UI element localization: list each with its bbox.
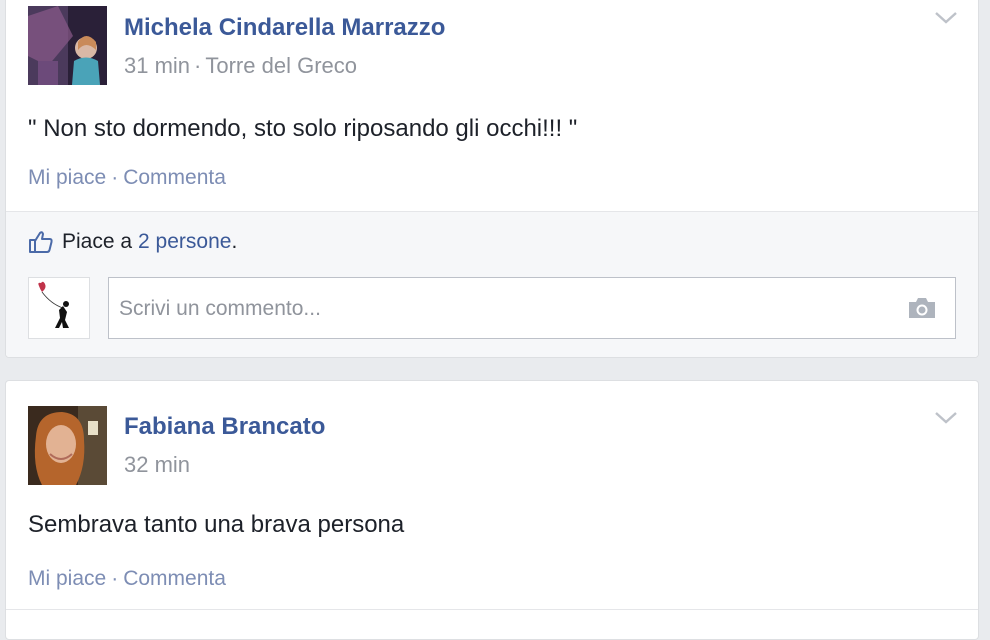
like-link[interactable]: Mi piace xyxy=(28,166,106,189)
likes-comments-section: Piace a2 persone. xyxy=(6,211,978,357)
post-card: Fabiana Brancato 32 min Sembrava tanto u… xyxy=(5,380,979,640)
chevron-down-icon[interactable] xyxy=(934,8,958,28)
author-name[interactable]: Michela Cindarella Marrazzo xyxy=(124,14,445,42)
likes-prefix: Piace a xyxy=(62,230,133,253)
post-timestamp[interactable]: 32 min xyxy=(124,452,190,477)
meta-separator: · xyxy=(194,53,202,78)
post-location[interactable]: Torre del Greco xyxy=(205,53,357,78)
post-text: Sembrava tanto una brava persona xyxy=(28,511,405,538)
action-separator: · xyxy=(111,166,119,189)
chevron-down-icon[interactable] xyxy=(934,408,958,428)
post-card: Michela Cindarella Marrazzo 31 min · Torre… xyxy=(5,0,979,358)
comment-input[interactable] xyxy=(117,278,891,340)
current-user-avatar xyxy=(28,277,90,339)
author-avatar[interactable] xyxy=(28,406,107,485)
likes-summary: Piace a2 persone. xyxy=(28,230,237,254)
post-timestamp[interactable]: 31 min xyxy=(124,53,190,78)
camera-icon[interactable] xyxy=(907,296,937,320)
likes-suffix: . xyxy=(231,230,238,253)
thumbs-up-icon xyxy=(29,231,53,253)
post-meta: 31 min · Torre del Greco xyxy=(124,53,357,79)
post-text: " Non sto dormendo, sto solo riposando g… xyxy=(28,115,578,142)
like-link[interactable]: Mi piace xyxy=(28,567,106,590)
post-meta: 32 min xyxy=(124,452,190,478)
likes-count-link[interactable]: 2 persone xyxy=(138,230,231,254)
post-actions: Mi piace · Commenta xyxy=(28,166,226,190)
post-actions: Mi piace · Commenta xyxy=(28,567,226,591)
comment-link[interactable]: Commenta xyxy=(123,567,226,590)
author-avatar[interactable] xyxy=(28,6,107,85)
post-divider xyxy=(6,609,978,610)
action-separator: · xyxy=(111,567,119,590)
comment-input-box[interactable] xyxy=(108,277,956,340)
author-name[interactable]: Fabiana Brancato xyxy=(124,413,325,441)
comment-link[interactable]: Commenta xyxy=(123,166,226,189)
